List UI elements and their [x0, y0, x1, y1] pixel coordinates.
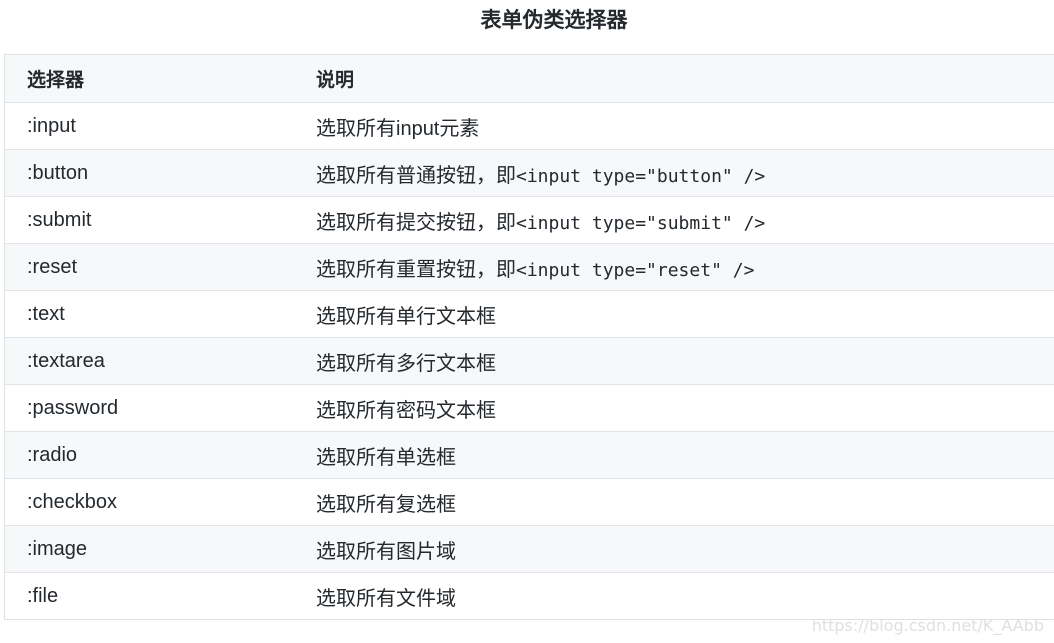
description-cell: 选取所有复选框 [316, 488, 1054, 517]
description-text: 选取所有input元素 [316, 117, 480, 140]
selector-cell: :submit [27, 208, 92, 231]
description-cell: 选取所有input元素 [316, 112, 1054, 141]
description-cell: 选取所有普通按钮，即<input type="button" /> [316, 159, 1054, 188]
description-cell: 选取所有提交按钮，即<input type="submit" /> [316, 206, 1054, 235]
table-row: :button 选取所有普通按钮，即<input type="button" /… [5, 149, 1054, 196]
description-cell: 选取所有多行文本框 [316, 347, 1054, 376]
selector-cell: :reset [27, 255, 78, 278]
selector-cell: :password [27, 396, 119, 419]
code-snippet: <input type="submit" /> [516, 212, 766, 234]
description-text: 选取所有重置按钮，即 [316, 258, 516, 281]
table-row: :text 选取所有单行文本框 [5, 290, 1054, 337]
table-row: :password 选取所有密码文本框 [5, 384, 1054, 431]
description-cell: 选取所有图片域 [316, 535, 1054, 564]
selector-cell: :button [27, 161, 89, 184]
code-snippet: <input type="button" /> [516, 165, 766, 187]
watermark-text: https://blog.csdn.net/K_AAbb [811, 616, 1044, 635]
description-text: 选取所有单选框 [316, 446, 456, 469]
description-text: 选取所有密码文本框 [316, 399, 496, 422]
description-text: 选取所有普通按钮，即 [316, 164, 516, 187]
description-text: 选取所有文件域 [316, 587, 456, 610]
description-cell: 选取所有重置按钮，即<input type="reset" /> [316, 253, 1054, 282]
table-row: :reset 选取所有重置按钮，即<input type="reset" /> [5, 243, 1054, 290]
description-text: 选取所有提交按钮，即 [316, 211, 516, 234]
table-row: :radio 选取所有单选框 [5, 431, 1054, 478]
description-cell: 选取所有单行文本框 [316, 300, 1054, 329]
table-row: :image 选取所有图片域 [5, 525, 1054, 572]
table-row: :textarea 选取所有多行文本框 [5, 337, 1054, 384]
table-row: :input 选取所有input元素 [5, 102, 1054, 149]
description-cell: 选取所有密码文本框 [316, 394, 1054, 423]
table-header-row: 选择器 说明 [5, 55, 1054, 102]
header-selector: 选择器 [27, 70, 85, 91]
selector-cell: :image [27, 537, 88, 560]
description-text: 选取所有图片域 [316, 540, 456, 563]
table-row: :submit 选取所有提交按钮，即<input type="submit" /… [5, 196, 1054, 243]
code-snippet: <input type="reset" /> [516, 259, 755, 281]
header-description: 说明 [316, 70, 355, 91]
description-text: 选取所有复选框 [316, 493, 456, 516]
description-cell: 选取所有文件域 [316, 582, 1054, 611]
table-caption: 表单伪类选择器 [480, 9, 628, 32]
description-text: 选取所有多行文本框 [316, 352, 496, 375]
selector-cell: :file [27, 584, 59, 607]
selector-cell: :input [27, 114, 76, 137]
table-row: :checkbox 选取所有复选框 [5, 478, 1054, 525]
selector-table: 选择器 说明 :input 选取所有input元素 :button 选取所有普通… [4, 54, 1054, 620]
selector-cell: :radio [27, 443, 78, 466]
description-text: 选取所有单行文本框 [316, 305, 496, 328]
selector-cell: :textarea [27, 349, 105, 372]
table-row: :file 选取所有文件域 [5, 572, 1054, 619]
selector-cell: :text [27, 302, 65, 325]
selector-cell: :checkbox [27, 490, 118, 513]
description-cell: 选取所有单选框 [316, 441, 1054, 470]
